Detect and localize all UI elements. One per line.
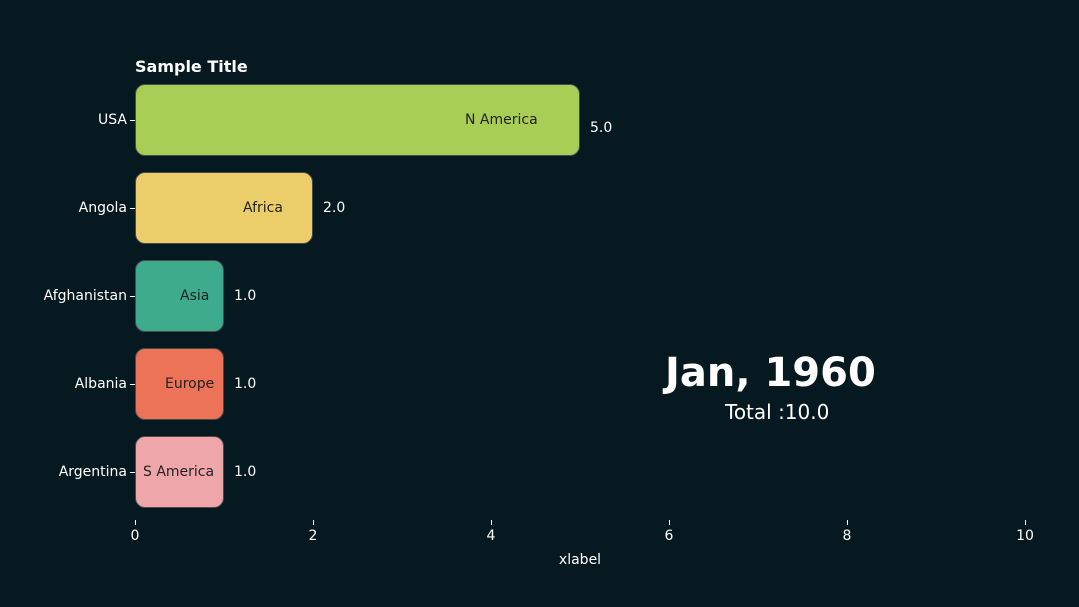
bar-label-usa: N America [465, 112, 538, 128]
bar-label-angola: Africa [243, 200, 283, 216]
y-tick-mark [130, 472, 135, 473]
period-label: Jan, 1960 [665, 350, 876, 396]
bar-label-albania: Europe [165, 376, 214, 392]
y-tick-mark [130, 120, 135, 121]
bar-value-argentina: 1.0 [234, 464, 256, 480]
chart-title: Sample Title [135, 57, 248, 76]
total-label: Total :10.0 [725, 400, 829, 424]
y-tick-usa: USA [98, 112, 127, 128]
x-tick-mark [1025, 520, 1026, 525]
x-tick-mark [491, 520, 492, 525]
y-tick-argentina: Argentina [59, 464, 127, 480]
bar-value-albania: 1.0 [234, 376, 256, 392]
y-tick-mark [130, 208, 135, 209]
x-tick-0: 0 [131, 528, 140, 544]
bar-value-angola: 2.0 [323, 200, 345, 216]
bar-label-afghanistan: Asia [180, 288, 209, 304]
x-tick-mark [313, 520, 314, 525]
x-axis-label: xlabel [559, 552, 601, 568]
bar-angola [135, 172, 313, 244]
y-tick-albania: Albania [75, 376, 127, 392]
x-tick-10: 10 [1016, 528, 1034, 544]
y-tick-mark [130, 384, 135, 385]
bar-value-afghanistan: 1.0 [234, 288, 256, 304]
chart-area: N America 5.0 Africa 2.0 Asia 1.0 Europe… [135, 80, 1025, 520]
x-tick-6: 6 [665, 528, 674, 544]
x-tick-2: 2 [309, 528, 318, 544]
y-tick-angola: Angola [79, 200, 127, 216]
x-tick-mark [135, 520, 136, 525]
x-tick-mark [847, 520, 848, 525]
y-tick-mark [130, 296, 135, 297]
x-tick-4: 4 [487, 528, 496, 544]
bar-value-usa: 5.0 [590, 120, 612, 136]
bar-label-argentina: S America [143, 464, 214, 480]
y-tick-afghanistan: Afghanistan [44, 288, 127, 304]
x-tick-8: 8 [843, 528, 852, 544]
x-tick-mark [669, 520, 670, 525]
